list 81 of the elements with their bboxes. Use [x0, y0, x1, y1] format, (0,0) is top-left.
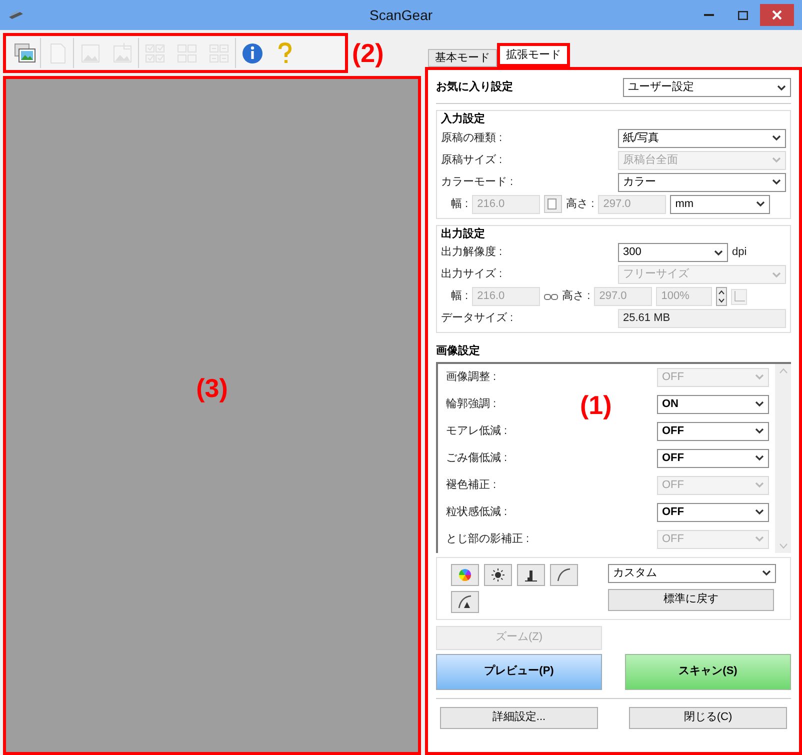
callout-label: (2) [352, 36, 384, 70]
tool-button[interactable] [550, 564, 578, 586]
field-label: モアレ低減 : [446, 424, 508, 439]
callout-label: (1) [580, 389, 612, 422]
close-button[interactable] [760, 4, 794, 26]
chevron-down-icon [755, 428, 764, 434]
dialog-button[interactable]: 詳細設定... [440, 706, 598, 728]
tool-button[interactable] [517, 564, 545, 586]
field-label: ごみ傷低減 : [446, 450, 508, 466]
chevron-down-icon [755, 509, 764, 515]
crop-icon [731, 288, 748, 304]
chevron-down-icon [755, 482, 764, 488]
field-label: 輪郭強調 : [446, 396, 496, 412]
spinner-icon[interactable] [716, 287, 728, 306]
reset-button[interactable]: 標準に戻す [608, 588, 774, 610]
dropdown[interactable]: 紙/写真 [618, 128, 786, 148]
field-label: カラーモード : [441, 174, 514, 190]
dropdown[interactable]: ON [657, 394, 769, 414]
group-title: 入力設定 [441, 112, 486, 127]
chevron-down-icon [762, 570, 771, 576]
field-label: 原稿サイズ : [441, 152, 502, 168]
dropdown[interactable]: カスタム [608, 564, 776, 582]
dropdown[interactable]: mm [670, 194, 770, 214]
chevron-down-icon [755, 374, 764, 380]
chevron-down-icon [772, 157, 781, 163]
field-label: dpi [732, 245, 747, 260]
field-label: 幅 : [451, 196, 468, 212]
callout-label: (3) [196, 372, 228, 405]
field-label: データサイズ : [441, 311, 514, 326]
threshold-icon [457, 594, 473, 610]
dropdown[interactable]: OFF [657, 502, 769, 522]
data-size-field[interactable]: 25.61 MB [618, 309, 786, 328]
dropdown[interactable]: ユーザー設定 [623, 78, 791, 97]
section-title: 画像設定 [436, 344, 481, 359]
field-label: 画像調整 : [446, 370, 496, 385]
info-icon [240, 40, 264, 66]
scanner-icon [8, 9, 24, 21]
tool-button[interactable] [451, 590, 479, 612]
dropdown[interactable]: 300 [618, 243, 728, 262]
chevron-down-icon [772, 135, 781, 141]
maximize-icon [738, 10, 748, 20]
chevron-down-icon [772, 272, 781, 278]
preview-button[interactable]: プレビュー(P) [436, 654, 602, 690]
chevron-down-icon [777, 84, 786, 90]
field-label: 高さ : [566, 196, 594, 212]
scroll-up-icon [778, 368, 788, 374]
dropdown[interactable]: カラー [618, 172, 786, 192]
tool-button[interactable] [484, 564, 512, 586]
field-label: 高さ : [562, 288, 590, 304]
scrollbar[interactable] [775, 364, 791, 552]
field-label: 原稿の種類 : [441, 130, 502, 146]
chevron-down-icon [772, 179, 781, 185]
sun-icon [490, 566, 506, 582]
window-title: ScanGear [369, 6, 433, 24]
dropdown[interactable]: OFF [657, 422, 769, 440]
dialog-button[interactable]: 閉じる(C) [629, 706, 787, 728]
swap-icon [544, 195, 562, 213]
favorite-label: お気に入り設定 [436, 80, 513, 96]
close-icon [772, 10, 782, 20]
curve-icon [556, 566, 572, 582]
tab[interactable]: 拡張モード [497, 43, 570, 67]
scan-button[interactable]: スキャン(S) [625, 654, 791, 690]
color-wheel-icon [457, 566, 473, 582]
field-label: 幅 : [451, 289, 468, 304]
group-title: 出力設定 [441, 226, 486, 242]
chevron-down-icon [714, 250, 723, 256]
picture-stack-icon [12, 40, 36, 66]
field-label: 出力サイズ : [441, 267, 502, 282]
chevron-down-icon [755, 401, 764, 407]
dropdown[interactable]: OFF [657, 448, 769, 468]
chevron-down-icon [756, 201, 766, 207]
field-label: とじ部の影補正 : [446, 532, 530, 547]
chevron-down-icon [755, 455, 764, 461]
minimize-icon [704, 14, 714, 16]
field-label: 褪色補正 : [446, 478, 496, 493]
chevron-down-icon [755, 536, 764, 542]
scroll-down-icon [778, 542, 788, 548]
link-icon [544, 294, 558, 300]
field-label: 粒状感低減 : [446, 504, 508, 520]
tab[interactable]: 基本モード [428, 49, 497, 67]
field-label: 出力解像度 : [441, 244, 502, 260]
